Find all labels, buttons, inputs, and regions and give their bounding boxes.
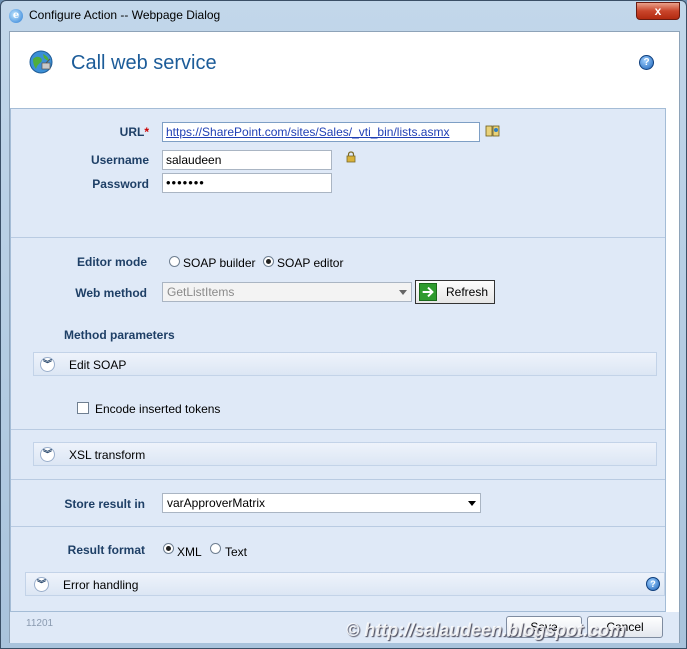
lock-icon <box>346 151 356 163</box>
encode-tokens-checkbox[interactable] <box>77 402 89 414</box>
title-bar[interactable]: e Configure Action -- Webpage Dialog x <box>1 1 686 31</box>
help-icon[interactable]: ? <box>646 577 660 591</box>
radio-soap-builder[interactable] <box>169 256 180 267</box>
username-field[interactable]: salaudeen <box>162 150 332 170</box>
password-label: Password <box>92 177 149 191</box>
address-book-icon[interactable] <box>485 125 501 137</box>
radio-soap-editor-label: SOAP editor <box>277 256 344 270</box>
page-title: Call web service <box>71 52 217 74</box>
edit-soap-section[interactable]: ︾ Edit SOAP <box>33 352 657 376</box>
edit-soap-label: Edit SOAP <box>69 358 127 372</box>
required-mark: * <box>144 125 149 139</box>
result-format-label: Result format <box>67 543 145 557</box>
xsl-transform-section[interactable]: ︾ XSL transform <box>33 442 657 466</box>
dialog-window: e Configure Action -- Webpage Dialog x C… <box>0 0 687 649</box>
url-field[interactable]: https://SharePoint.com/sites/Sales/_vti_… <box>162 122 480 142</box>
radio-soap-builder-label: SOAP builder <box>183 256 256 270</box>
watermark-text: © http://salaudeen.blogspot.com <box>346 620 626 640</box>
help-icon[interactable]: ? <box>639 55 654 70</box>
dialog-client: Call web service ? URL* https://SharePoi… <box>9 31 680 643</box>
url-label-text: URL <box>119 125 145 139</box>
refresh-button[interactable]: Refresh <box>415 280 495 304</box>
radio-text[interactable] <box>210 543 221 554</box>
url-label: URL* <box>71 125 149 139</box>
error-handling-label: Error handling <box>63 578 139 592</box>
radio-xml-label: XML <box>177 545 202 559</box>
ie-icon: e <box>9 9 23 23</box>
chevron-double-down-icon[interactable]: ︾ <box>40 357 55 372</box>
error-handling-section[interactable]: ︾ Error handling ? <box>25 572 665 596</box>
divider <box>11 429 665 430</box>
header-area: Call web service ? <box>10 32 679 94</box>
chevron-double-down-icon[interactable]: ︾ <box>34 577 49 592</box>
password-field[interactable]: ••••••• <box>162 173 332 193</box>
chevron-double-down-icon[interactable]: ︾ <box>40 447 55 462</box>
build-number: 11201 <box>26 618 54 629</box>
radio-text-label: Text <box>225 545 248 559</box>
method-parameters-label: Method parameters <box>64 328 175 342</box>
radio-soap-editor[interactable] <box>263 256 274 267</box>
web-method-value: GetListItems <box>167 285 235 299</box>
settings-panel: URL* https://SharePoint.com/sites/Sales/… <box>10 108 666 612</box>
chevron-down-icon <box>468 501 476 506</box>
web-method-select[interactable]: GetListItems <box>162 282 412 302</box>
store-result-select[interactable]: varApproverMatrix <box>162 493 481 513</box>
globe-satellite-icon <box>29 50 53 74</box>
divider <box>11 526 665 527</box>
store-result-value: varApproverMatrix <box>167 496 266 510</box>
chevron-down-icon <box>399 290 407 295</box>
refresh-label: Refresh <box>446 285 489 299</box>
close-button[interactable]: x <box>636 2 680 20</box>
web-method-label: Web method <box>75 286 147 300</box>
editor-mode-label: Editor mode <box>76 255 147 269</box>
xsl-transform-label: XSL transform <box>69 448 146 462</box>
encode-tokens-label: Encode inserted tokens <box>95 402 221 416</box>
divider <box>11 479 665 480</box>
divider <box>11 237 665 238</box>
arrow-right-icon <box>419 283 437 301</box>
username-label: Username <box>90 153 149 167</box>
url-value: https://SharePoint.com/sites/Sales/_vti_… <box>166 125 450 139</box>
store-result-label: Store result in <box>64 497 145 511</box>
radio-xml[interactable] <box>163 543 174 554</box>
window-title: Configure Action -- Webpage Dialog <box>29 8 221 22</box>
